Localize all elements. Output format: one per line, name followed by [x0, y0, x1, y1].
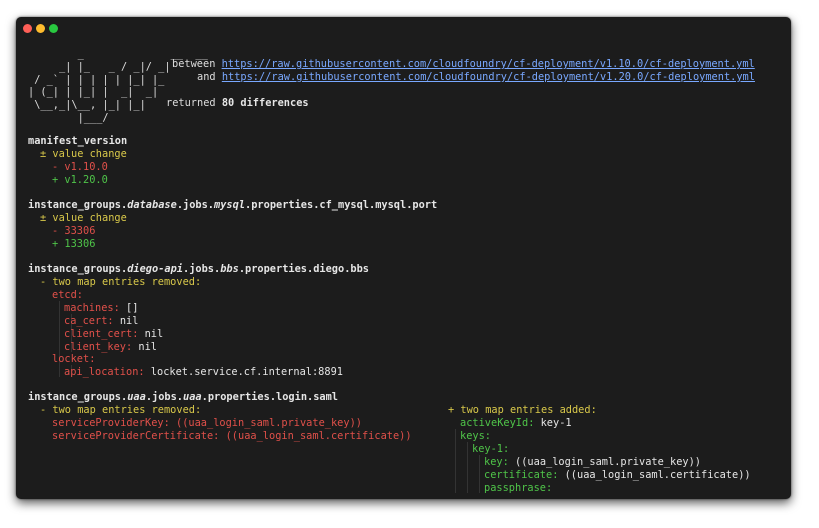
- url-to-link[interactable]: https://raw.githubusercontent.com/cloudf…: [222, 71, 755, 83]
- url-from-link[interactable]: https://raw.githubusercontent.com/cloudf…: [222, 58, 755, 70]
- old-value: - 33306: [52, 225, 96, 237]
- map-key-locket: locket:: [52, 353, 96, 365]
- map-entry-key: key: ((uaa_login_saml.private_key)): [484, 456, 701, 468]
- map-entry-client-key: client_key: nil: [64, 341, 158, 353]
- removed-label: - two map entries removed:: [40, 404, 202, 416]
- and-line: and https://raw.githubusercontent.com/cl…: [197, 71, 755, 83]
- diff-path-diego-bbs: instance_groups.diego-api.jobs.bbs.prope…: [28, 263, 369, 275]
- map-entry-certificate: certificate: ((uaa_login_saml.certificat…: [484, 469, 751, 481]
- terminal-window: _ __ __ _| |_ _ / _|/ _| / _` | | | | | …: [16, 17, 791, 499]
- map-entry-active-key-id: activeKeyId: key-1: [460, 417, 572, 429]
- added-label: + two map entries added:: [448, 404, 597, 416]
- map-entry-machines: machines: []: [64, 302, 139, 314]
- indent-guide: [455, 429, 456, 493]
- old-value: - v1.10.0: [52, 161, 108, 173]
- value-change-label: ± value change: [40, 148, 127, 160]
- new-value: + 13306: [52, 238, 96, 250]
- removed-label: - two map entries removed:: [40, 276, 202, 288]
- diff-path-mysql-port: instance_groups.database.jobs.mysql.prop…: [28, 199, 438, 211]
- terminal-output: _ __ __ _| |_ _ / _|/ _| / _` | | | | | …: [16, 17, 791, 499]
- value-change-label: ± value change: [40, 212, 127, 224]
- map-key-etcd: etcd:: [52, 289, 83, 301]
- indent-guide: [479, 455, 480, 493]
- map-entry-client-cert: client_cert: nil: [64, 328, 164, 340]
- map-key-key-1: key-1:: [472, 443, 510, 455]
- map-key-keys: keys:: [460, 430, 491, 442]
- map-entry-service-provider-certificate: serviceProviderCertificate: ((uaa_login_…: [52, 430, 412, 442]
- diff-path-login-saml: instance_groups.uaa.jobs.uaa.properties.…: [28, 391, 339, 403]
- indent-guide: [467, 442, 468, 493]
- returned-line: returned 80 differences: [166, 97, 309, 109]
- map-entry-ca-cert: ca_cert: nil: [64, 315, 139, 327]
- new-value: + v1.20.0: [52, 174, 108, 186]
- map-entry-api-location: api_location: locket.service.cf.internal…: [64, 366, 343, 378]
- map-entry-service-provider-key: serviceProviderKey: ((uaa_login_saml.pri…: [52, 417, 362, 429]
- map-entry-passphrase: passphrase:: [484, 482, 553, 494]
- between-line: between https://raw.githubusercontent.co…: [172, 58, 755, 70]
- diff-count: 80 differences: [221, 97, 309, 109]
- diff-path-manifest-version: manifest_version: [28, 135, 128, 147]
